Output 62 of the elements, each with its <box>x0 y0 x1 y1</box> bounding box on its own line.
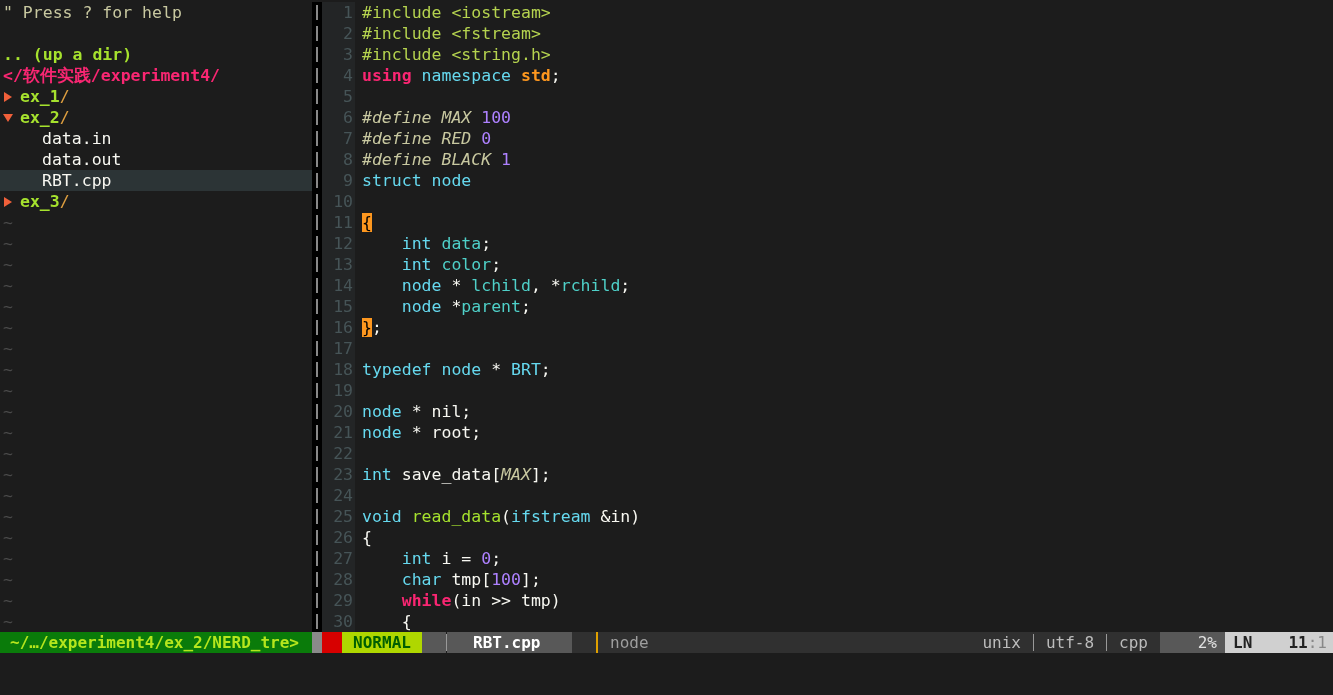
status-segment <box>422 632 446 653</box>
empty-line-marker: ~ <box>2 380 13 401</box>
code-line: #define RED 0 <box>362 128 493 149</box>
code-line: int i = 0; <box>400 548 503 569</box>
tree-row[interactable]: ex_3/ <box>0 191 312 212</box>
code-line: #include <string.h> <box>362 44 552 65</box>
empty-line-marker: ~ <box>2 548 13 569</box>
file-format: unix <box>981 632 1022 653</box>
empty-line-marker: ~ <box>2 527 13 548</box>
empty-line-marker: ~ <box>2 569 13 590</box>
current-path: </软件实践/experiment4/ <box>2 65 220 86</box>
code-line: #include <fstream> <box>362 23 542 44</box>
code-line: #define MAX 100 <box>362 107 513 128</box>
code-line: #define BLACK 1 <box>362 149 512 170</box>
code-line: { <box>362 527 373 548</box>
tree-status-path: ~/…/experiment4/ex_2/NERD_tre> <box>0 632 312 653</box>
file-name: RBT.cpp <box>447 632 572 653</box>
empty-line-marker: ~ <box>2 254 13 275</box>
code-line: #include <iostream> <box>362 2 552 23</box>
empty-line-marker: ~ <box>2 296 13 317</box>
empty-line-marker: ~ <box>2 464 13 485</box>
current-function: node <box>609 632 649 653</box>
empty-line-marker: ~ <box>2 422 13 443</box>
empty-line-marker: ~ <box>2 233 13 254</box>
empty-line-marker: ~ <box>2 275 13 296</box>
code-line: void read_data(ifstream &in) <box>362 506 642 527</box>
empty-line-marker: ~ <box>2 443 13 464</box>
tree-row[interactable]: ex_1/ <box>0 86 312 107</box>
empty-line-marker: ~ <box>2 590 13 611</box>
cursor-position: LN 11:1 <box>1225 632 1333 653</box>
tree-row[interactable]: ex_2/ <box>0 107 312 128</box>
code-line: using namespace std; <box>362 65 562 86</box>
empty-line-marker: ~ <box>2 359 13 380</box>
code-line: int color; <box>400 254 503 275</box>
help-hint: " Press ? for help <box>2 2 182 23</box>
code-line: while(in >> tmp) <box>400 590 562 611</box>
code-line: int save_data[MAX]; <box>362 464 552 485</box>
code-line: int data; <box>400 233 493 254</box>
code-line: { <box>400 611 413 632</box>
up-dir-link[interactable]: .. (up a dir) <box>0 44 133 65</box>
code-line: node *parent; <box>400 296 532 317</box>
tree-row[interactable]: data.out <box>0 149 312 170</box>
tree-row[interactable]: RBT.cpp <box>0 170 312 191</box>
tree-row[interactable]: data.in <box>0 128 312 149</box>
scroll-percent: 2% <box>1160 632 1225 653</box>
code-line: node * nil; <box>362 401 473 422</box>
empty-line-marker: ~ <box>2 611 13 632</box>
code-line: }; <box>362 317 383 338</box>
code-line: char tmp[100]; <box>400 569 542 590</box>
mode-indicator: NORMAL <box>342 632 422 653</box>
empty-line-marker: ~ <box>2 485 13 506</box>
empty-line-marker: ~ <box>2 212 13 233</box>
empty-line-marker: ~ <box>2 506 13 527</box>
code-line: node * root; <box>362 422 483 443</box>
code-line: struct node <box>362 170 473 191</box>
empty-line-marker: ~ <box>2 401 13 422</box>
file-type: cpp <box>1118 632 1149 653</box>
empty-line-marker: ~ <box>2 317 13 338</box>
empty-line-marker: ~ <box>2 338 13 359</box>
file-encoding: utf-8 <box>1044 632 1096 653</box>
code-line: typedef node * BRT; <box>362 359 552 380</box>
code-line: node * lchild, *rchild; <box>400 275 632 296</box>
